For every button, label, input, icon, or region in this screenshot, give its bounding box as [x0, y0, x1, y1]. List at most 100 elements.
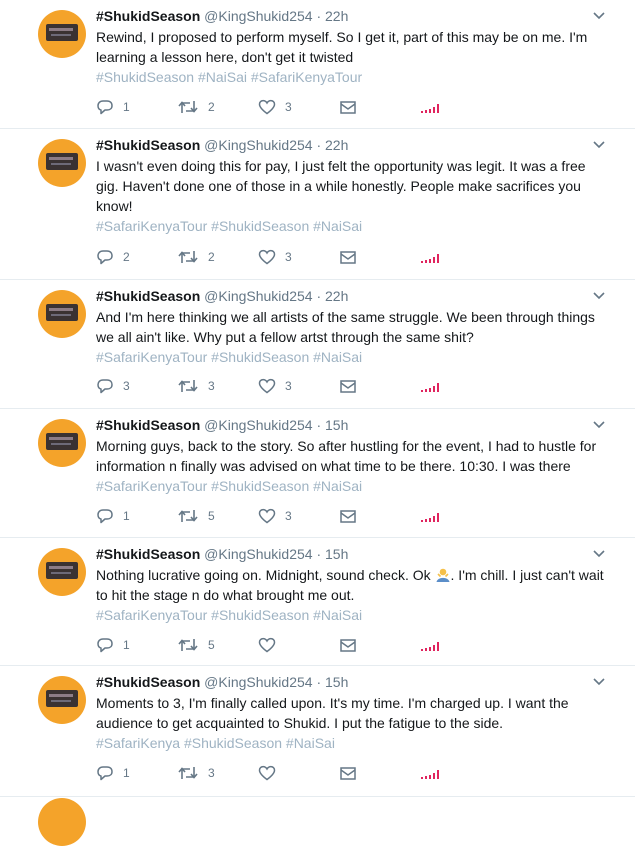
user-handle[interactable]: @KingShukid254	[204, 288, 312, 304]
tweet-content: #ShukidSeason @KingShukid254 · 22h I was…	[96, 135, 606, 236]
envelope-icon	[340, 639, 356, 652]
tweet-text: Nothing lucrative going on. Midnight, so…	[96, 565, 606, 605]
hashtags[interactable]: #SafariKenyaTour #ShukidSeason #NaiSai	[96, 216, 606, 236]
user-handle[interactable]: @KingShukid254	[204, 8, 312, 24]
tweet[interactable]: #ShukidSeason @KingShukid254 · 22h I was…	[0, 129, 635, 280]
retweet-button[interactable]: 5	[177, 506, 215, 526]
tweet[interactable]: #ShukidSeason @KingShukid254 · 22h Rewin…	[0, 0, 635, 129]
avatar[interactable]	[38, 548, 86, 596]
separator-dot: ·	[316, 417, 322, 433]
user-handle[interactable]: @KingShukid254	[204, 417, 312, 433]
tweet[interactable]: #ShukidSeason @KingShukid254 · 15h Nothi…	[0, 538, 635, 666]
avatar[interactable]	[38, 139, 86, 187]
message-button[interactable]	[339, 376, 357, 396]
chevron-down-icon[interactable]	[592, 417, 606, 431]
tweet[interactable]: #ShukidSeason @KingShukid254 · 22h And I…	[0, 280, 635, 409]
analytics-button[interactable]	[420, 635, 442, 655]
user-handle[interactable]: @KingShukid254	[204, 137, 312, 153]
tweet-actions: 13	[96, 763, 456, 783]
tweet-actions: 2 2 3	[96, 247, 456, 267]
reply-button[interactable]: 1	[96, 763, 130, 783]
timestamp[interactable]: 22h	[325, 137, 348, 153]
timestamp[interactable]: 15h	[325, 674, 348, 690]
display-name[interactable]: #ShukidSeason	[96, 674, 200, 690]
analytics-button[interactable]	[420, 506, 442, 526]
retweet-count: 2	[208, 100, 215, 114]
analytics-icon	[421, 383, 439, 392]
envelope-icon	[340, 101, 356, 114]
tweet-header: #ShukidSeason @KingShukid254 · 15h	[96, 544, 606, 564]
retweet-button[interactable]: 2	[177, 247, 215, 267]
display-name[interactable]: #ShukidSeason	[96, 417, 200, 433]
analytics-button[interactable]	[420, 97, 442, 117]
display-name[interactable]: #ShukidSeason	[96, 288, 200, 304]
retweet-count: 2	[208, 250, 215, 264]
avatar[interactable]	[38, 798, 86, 846]
retweet-count: 5	[208, 638, 215, 652]
analytics-button[interactable]	[420, 247, 442, 267]
tweet-content: #ShukidSeason @KingShukid254 · 22h And I…	[96, 286, 606, 367]
analytics-button[interactable]	[420, 763, 442, 783]
display-name[interactable]: #ShukidSeason	[96, 137, 200, 153]
retweet-button[interactable]: 5	[177, 635, 215, 655]
avatar[interactable]	[38, 290, 86, 338]
reply-button[interactable]: 1	[96, 97, 130, 117]
separator-dot: ·	[316, 288, 322, 304]
retweet-button[interactable]: 3	[177, 763, 215, 783]
message-button[interactable]	[339, 763, 357, 783]
chevron-down-icon[interactable]	[592, 8, 606, 22]
retweet-icon	[178, 639, 198, 651]
tweet-actions: 15	[96, 635, 456, 655]
like-button[interactable]	[258, 635, 285, 655]
tweet-text: Rewind, I proposed to perform myself. So…	[96, 29, 588, 65]
message-button[interactable]	[339, 97, 357, 117]
replie-count: 1	[123, 509, 130, 523]
chevron-down-icon[interactable]	[592, 137, 606, 151]
retweet-button[interactable]: 2	[177, 97, 215, 117]
display-name[interactable]: #ShukidSeason	[96, 546, 200, 562]
like-button[interactable]	[258, 763, 285, 783]
reply-icon	[97, 638, 113, 653]
replie-count: 3	[123, 379, 130, 393]
timestamp[interactable]: 22h	[325, 8, 348, 24]
hashtags[interactable]: #SafariKenyaTour #ShukidSeason #NaiSai	[96, 605, 606, 625]
avatar[interactable]	[38, 676, 86, 724]
message-button[interactable]	[339, 247, 357, 267]
separator-dot: ·	[316, 8, 322, 24]
reply-button[interactable]: 3	[96, 376, 130, 396]
tweet-actions: 1 5 3	[96, 506, 456, 526]
retweet-icon	[178, 101, 198, 113]
user-handle[interactable]: @KingShukid254	[204, 546, 312, 562]
tweet[interactable]: #ShukidSeason @KingShukid254 · 15h Momen…	[0, 666, 635, 797]
like-button[interactable]: 3	[258, 247, 292, 267]
avatar[interactable]	[38, 10, 86, 58]
tweet-text: And I'm here thinking we all artists of …	[96, 309, 595, 345]
avatar[interactable]	[38, 419, 86, 467]
reply-button[interactable]: 1	[96, 506, 130, 526]
message-button[interactable]	[339, 506, 357, 526]
timestamp[interactable]: 15h	[325, 417, 348, 433]
analytics-button[interactable]	[420, 376, 442, 396]
chevron-down-icon[interactable]	[592, 546, 606, 560]
reply-button[interactable]: 2	[96, 247, 130, 267]
hashtags[interactable]: #SafariKenya #ShukidSeason #NaiSai	[96, 733, 606, 753]
retweet-button[interactable]: 3	[177, 376, 215, 396]
like-button[interactable]: 3	[258, 97, 292, 117]
hashtags[interactable]: #SafariKenyaTour #ShukidSeason #NaiSai	[96, 347, 606, 367]
hashtags[interactable]: #SafariKenyaTour #ShukidSeason #NaiSai	[96, 476, 606, 496]
chevron-down-icon[interactable]	[592, 288, 606, 302]
timestamp[interactable]: 15h	[325, 546, 348, 562]
hashtags[interactable]: #ShukidSeason #NaiSai #SafariKenyaTour	[96, 67, 606, 87]
chevron-down-icon[interactable]	[592, 674, 606, 688]
like-button[interactable]: 3	[258, 376, 292, 396]
separator-dot: ·	[316, 546, 322, 562]
timestamp[interactable]: 22h	[325, 288, 348, 304]
tweet[interactable]: #ShukidSeason @KingShukid254 · 15h Morni…	[0, 409, 635, 538]
display-name[interactable]: #ShukidSeason	[96, 8, 200, 24]
like-button[interactable]: 3	[258, 506, 292, 526]
user-handle[interactable]: @KingShukid254	[204, 674, 312, 690]
reply-button[interactable]: 1	[96, 635, 130, 655]
tweet-actions: 3 3 3	[96, 376, 456, 396]
analytics-icon	[421, 104, 439, 113]
message-button[interactable]	[339, 635, 357, 655]
